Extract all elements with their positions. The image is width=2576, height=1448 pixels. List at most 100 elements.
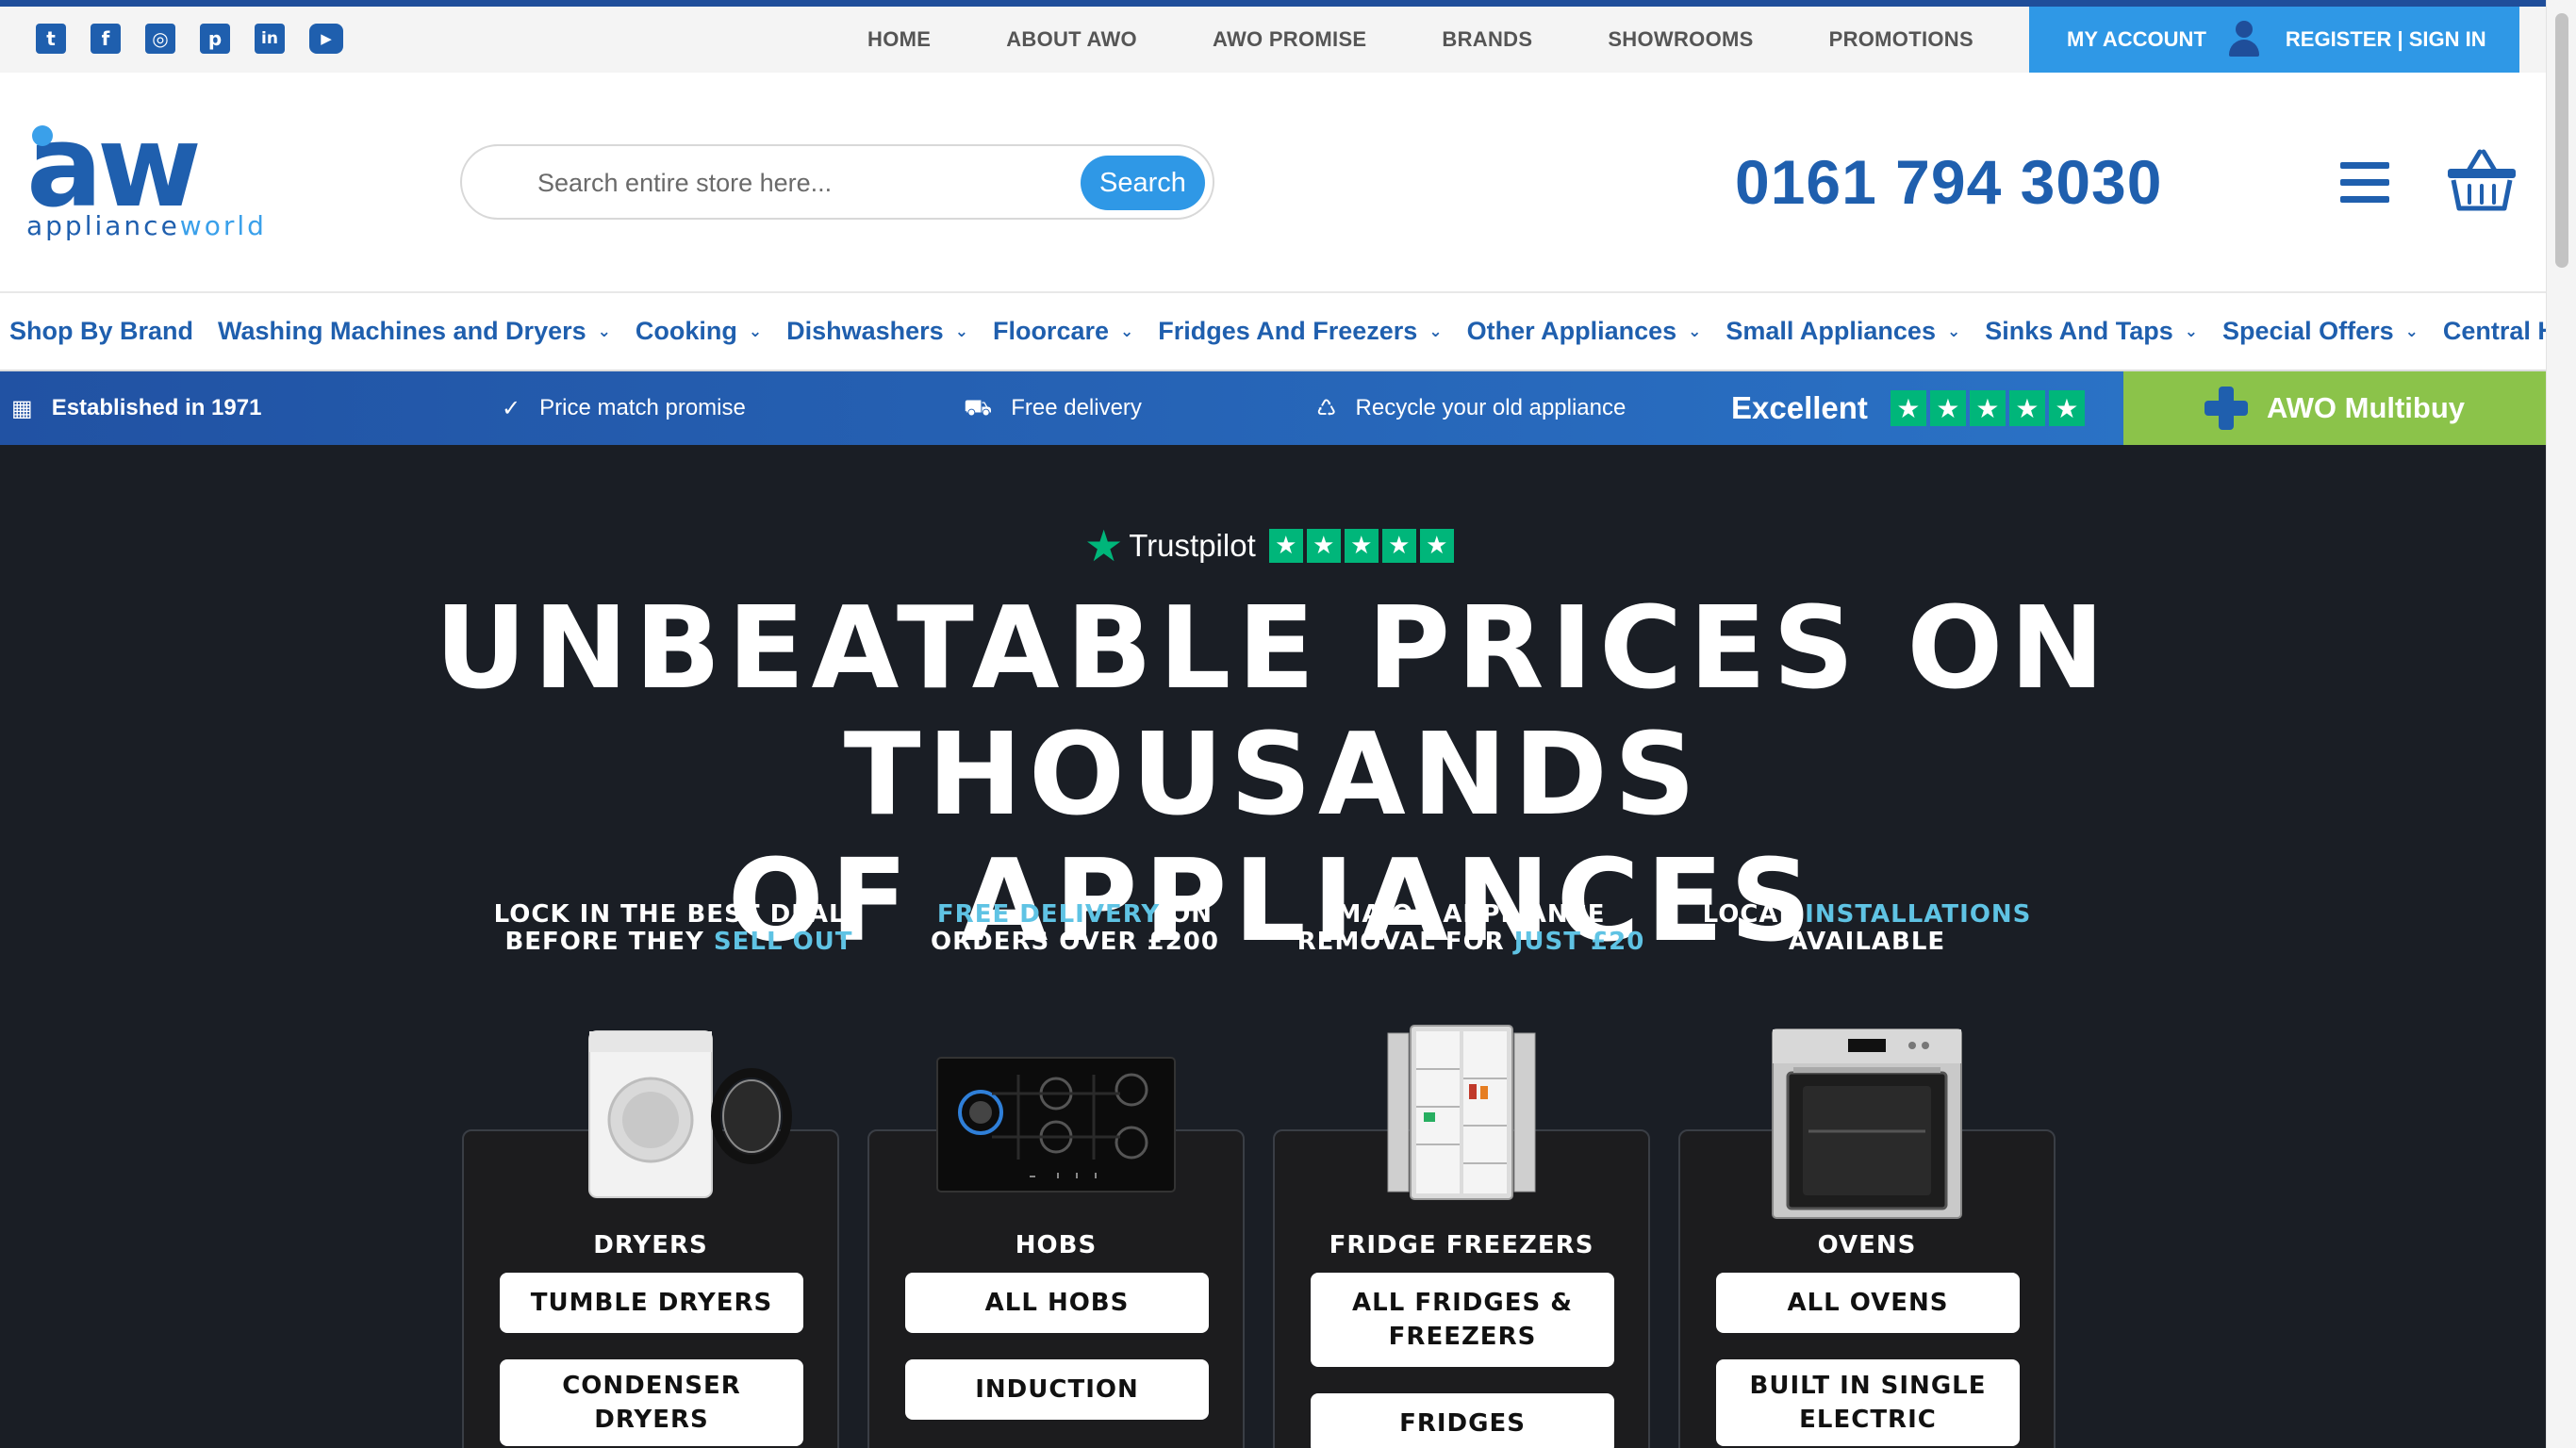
my-account-link[interactable]: MY ACCOUNT — [2067, 27, 2206, 52]
category-central-he[interactable]: Central He — [2443, 317, 2546, 346]
star-icon: ★ — [1381, 529, 1416, 563]
top-utility-bar: t f ◎ p in ▶ HOME ABOUT AWO AWO PROMISE … — [0, 7, 2546, 73]
chevron-down-icon: ⌄ — [1428, 321, 1443, 341]
social-links: t f ◎ p in ▶ — [36, 24, 343, 54]
search-button[interactable]: Search — [1081, 156, 1205, 210]
twitter-icon[interactable]: t — [36, 24, 66, 54]
search-bar: Search — [460, 144, 1214, 220]
chevron-down-icon: ⌄ — [2184, 321, 2199, 341]
menu-icon[interactable] — [2340, 162, 2389, 204]
star-icon: ★ — [1344, 529, 1379, 563]
search-input[interactable] — [537, 163, 1028, 203]
check-circle-icon: ✓ — [502, 395, 521, 421]
topnav-about-link[interactable]: ABOUT AWO — [1006, 27, 1137, 52]
condenser-dryers-button[interactable]: CONDENSER DRYERS — [500, 1359, 803, 1446]
trustpilot-badge[interactable]: ★ Trustpilot ★ ★ ★ ★ ★ — [1084, 520, 1454, 571]
category-label: Dishwashers — [786, 317, 944, 345]
card-title: HOBS — [1015, 1231, 1098, 1259]
topnav-home-link[interactable]: HOME — [867, 27, 931, 52]
category-special-offers[interactable]: Special Offers ⌄ — [2222, 317, 2419, 346]
category-small-appliances[interactable]: Small Appliances ⌄ — [1726, 317, 1960, 346]
all-ovens-button[interactable]: ALL OVENS — [1716, 1273, 2020, 1333]
category-card-fridge-freezers: FRIDGE FREEZERS ALL FRIDGES & FREEZERS F… — [1273, 1025, 1650, 1448]
category-label: Small Appliances — [1726, 317, 1936, 345]
category-shop-by-brand[interactable]: Shop By Brand — [9, 317, 193, 346]
category-dishwashers[interactable]: Dishwashers ⌄ — [786, 317, 968, 346]
built-in-single-electric-button[interactable]: BUILT IN SINGLE ELECTRIC — [1716, 1359, 2020, 1446]
fridge-freezer-image[interactable] — [1386, 1022, 1537, 1206]
account-box: MY ACCOUNT REGISTER | SIGN IN — [2029, 7, 2519, 73]
category-floorcare[interactable]: Floorcare ⌄ — [993, 317, 1133, 346]
topnav-promotions-link[interactable]: PROMOTIONS — [1829, 27, 1973, 52]
induction-button[interactable]: INDUCTION — [905, 1359, 1209, 1420]
trustpilot-star-icon: ★ — [1084, 520, 1124, 571]
usp-delivery: ⛟ Free delivery — [964, 371, 1142, 445]
recycle-icon: ♺ — [1316, 395, 1337, 421]
all-hobs-button[interactable]: ALL HOBS — [905, 1273, 1209, 1333]
page-scrollbar[interactable] — [2546, 0, 2576, 1448]
usp-established: ▦ Established in 1971 — [11, 395, 262, 421]
category-fridges-and-freezers[interactable]: Fridges And Freezers ⌄ — [1158, 317, 1442, 346]
category-label: Floorcare — [992, 317, 1109, 345]
multibuy-button[interactable]: AWO Multibuy — [2123, 371, 2546, 445]
instagram-icon[interactable]: ◎ — [145, 24, 175, 54]
logo-dot — [32, 125, 53, 146]
star-icon: ★ — [2048, 390, 2085, 426]
top-accent-line — [0, 0, 2576, 7]
category-label: Fridges And Freezers — [1158, 317, 1418, 345]
trustpilot-stars: ★ ★ ★ ★ ★ — [1268, 529, 1454, 563]
chevron-down-icon: ⌄ — [2404, 321, 2419, 341]
category-label: Cooking — [635, 317, 737, 345]
hero-section: ★ Trustpilot ★ ★ ★ ★ ★ UNBEATABLE PRICES… — [0, 445, 2546, 1448]
tumble-dryers-button[interactable]: TUMBLE DRYERS — [500, 1273, 803, 1333]
plus-icon — [2204, 387, 2248, 430]
category-card-ovens: OVENS ALL OVENS BUILT IN SINGLE ELECTRIC — [1678, 1028, 2056, 1448]
register-signin-link[interactable]: REGISTER | SIGN IN — [2286, 27, 2486, 52]
truck-icon: ⛟ — [964, 393, 993, 420]
rating-label: Excellent — [1731, 390, 1868, 425]
top-navigation: HOME ABOUT AWO AWO PROMISE BRANDS SHOWRO… — [867, 7, 2049, 73]
category-label: Special Offers — [2222, 317, 2394, 345]
chevron-down-icon: ⌄ — [748, 321, 763, 341]
card-title: FRIDGE FREEZERS — [1329, 1231, 1594, 1259]
star-icon: ★ — [1890, 390, 1926, 426]
scrollbar-thumb[interactable] — [2555, 13, 2568, 268]
dryer-image[interactable] — [580, 1026, 797, 1206]
category-navigation: Shop By Brand Washing Machines and Dryers… — [0, 291, 2546, 371]
basket-icon[interactable] — [2444, 146, 2519, 214]
pinterest-icon[interactable]: p — [200, 24, 230, 54]
all-fridges-freezers-button[interactable]: ALL FRIDGES & FREEZERS — [1311, 1273, 1614, 1367]
topnav-promise-link[interactable]: AWO PROMISE — [1213, 27, 1366, 52]
category-washing-machines-and-dryers[interactable]: Washing Machines and Dryers ⌄ — [218, 317, 611, 346]
category-other-appliances[interactable]: Other Appliances ⌄ — [1467, 317, 1702, 346]
category-cooking[interactable]: Cooking ⌄ — [636, 317, 762, 346]
trustpilot-wordmark: Trustpilot — [1129, 528, 1256, 563]
star-icon: ★ — [1306, 529, 1341, 563]
category-label: Central He — [2442, 317, 2546, 345]
chevron-down-icon: ⌄ — [1120, 321, 1134, 341]
building-icon: ▦ — [11, 395, 33, 421]
category-card-hobs: HOBS ALL HOBS INDUCTION — [867, 1057, 1245, 1448]
usp-rating[interactable]: Excellent ★ ★ ★ ★ ★ — [1731, 371, 2085, 445]
star-icon: ★ — [1419, 529, 1454, 563]
phone-number[interactable]: 0161 794 3030 — [1735, 146, 2162, 218]
site-header: aw applianceworld Search 0161 794 3030 — [0, 73, 2546, 291]
star-icon: ★ — [2008, 390, 2045, 426]
category-sinks-and-taps[interactable]: Sinks And Taps ⌄ — [1985, 317, 2198, 346]
promo-best-deals: LOCK IN THE BEST DEALS BEFORE THEY SELL … — [493, 900, 865, 956]
user-icon[interactable] — [2227, 21, 2261, 58]
star-icon: ★ — [1268, 529, 1303, 563]
facebook-icon[interactable]: f — [91, 24, 121, 54]
youtube-icon[interactable]: ▶ — [309, 24, 343, 54]
linkedin-icon[interactable]: in — [255, 24, 285, 54]
chevron-down-icon: ⌄ — [1688, 321, 1702, 341]
topnav-showrooms-link[interactable]: SHOWROOMS — [1608, 27, 1753, 52]
topnav-brands-link[interactable]: BRANDS — [1442, 27, 1532, 52]
category-label: Washing Machines and Dryers — [218, 317, 586, 345]
hob-image[interactable] — [935, 1056, 1177, 1198]
fridges-button[interactable]: FRIDGES — [1311, 1393, 1614, 1448]
card-title: OVENS — [1817, 1231, 1917, 1259]
site-logo[interactable]: aw applianceworld — [26, 111, 347, 242]
oven-image[interactable] — [1771, 1028, 1963, 1225]
category-label: Sinks And Taps — [1985, 317, 2173, 345]
